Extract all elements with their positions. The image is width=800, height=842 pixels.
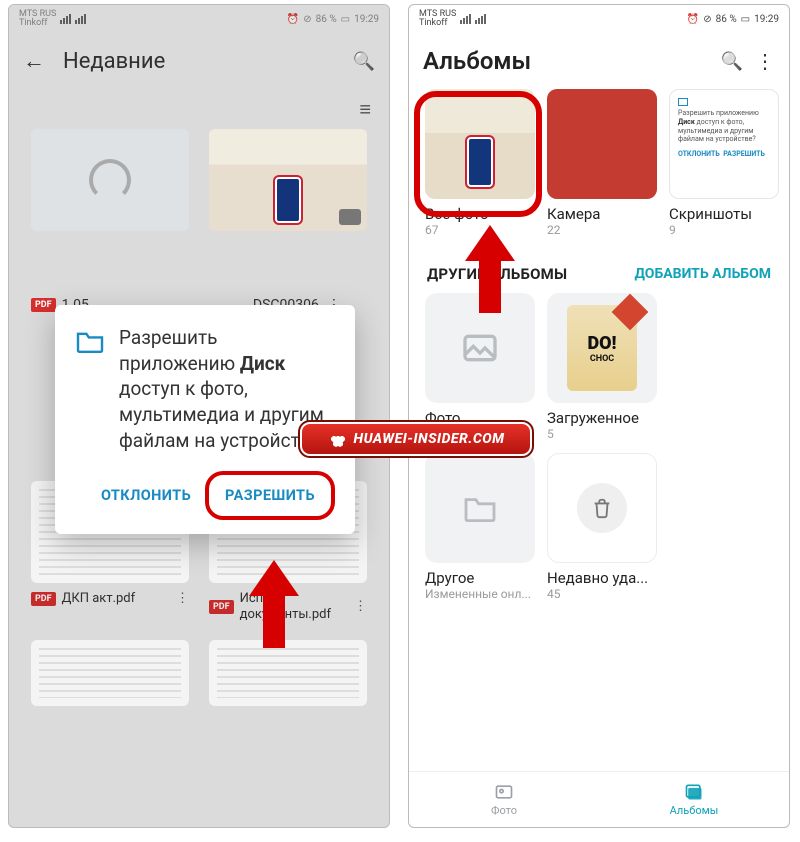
album-name: Скриншоты <box>669 205 779 223</box>
album-thumb: DO!CHOC <box>547 293 657 403</box>
add-album-button[interactable]: ДОБАВИТЬ АЛЬБОМ <box>635 266 771 283</box>
album-sub: Измененные онл... <box>425 587 535 601</box>
albums-icon <box>684 782 704 802</box>
headphones-icon <box>31 129 189 231</box>
album-count: 5 <box>547 427 657 441</box>
album-name: Другое <box>425 569 535 587</box>
tab-photos[interactable]: Фото <box>409 772 599 827</box>
file-audio[interactable] <box>31 129 189 231</box>
phone-left: MTS RUSTinkoff ⏰⊘ 86 % ▭ 19:29 Недавние … <box>8 4 390 828</box>
pdf-thumb[interactable] <box>31 640 189 706</box>
search-icon[interactable] <box>721 51 743 72</box>
album-thumb <box>547 453 657 563</box>
pdf-thumb[interactable] <box>209 640 367 706</box>
folder-icon <box>463 494 497 522</box>
status-bar: MTS RUSTinkoff ⏰⊘ 86 %▭ 19:29 <box>409 5 789 33</box>
header-right: Альбомы <box>409 33 789 89</box>
album-photos[interactable]: Фото 3 <box>425 293 535 441</box>
page-title: Альбомы <box>423 47 709 75</box>
album-name: Все фото <box>425 205 535 223</box>
album-thumb <box>425 453 535 563</box>
album-camera[interactable]: Камера 22 <box>547 89 657 237</box>
huawei-logo-icon <box>328 431 348 447</box>
bottom-nav: Фото Альбомы <box>409 771 789 827</box>
tab-albums[interactable]: Альбомы <box>599 772 789 827</box>
annotation-arrow-icon <box>249 560 299 648</box>
album-name: Недавно уда... <box>547 569 657 587</box>
album-thumb <box>547 89 657 199</box>
highlight-ring: РАЗРЕШИТЬ <box>205 471 335 520</box>
annotation-arrow-icon <box>465 225 515 313</box>
cookies-pack-icon: DO!CHOC <box>567 305 637 391</box>
file-photo[interactable] <box>209 129 367 231</box>
photo-icon <box>494 782 514 802</box>
album-trash[interactable]: Недавно уда... 45 <box>547 453 657 601</box>
tab-label: Фото <box>491 804 517 817</box>
phone-right: MTS RUSTinkoff ⏰⊘ 86 %▭ 19:29 Альбомы Вс… <box>408 4 790 828</box>
album-name: Загруженное <box>547 409 657 427</box>
watermark: HUAWEI-INSIDER.COM <box>300 422 532 456</box>
permission-dialog: Разрешить приложению Диск доступ к фото,… <box>55 305 355 534</box>
image-icon <box>460 328 500 368</box>
album-count: 22 <box>547 223 657 237</box>
album-name: Камера <box>547 205 657 223</box>
watermark-text: HUAWEI-INSIDER.COM <box>354 431 505 447</box>
album-screenshots[interactable]: Разрешить приложению Диск доступ к фото,… <box>669 89 779 237</box>
folder-icon <box>75 329 105 353</box>
folder-icon <box>678 98 688 106</box>
albums-featured: Все фото 67 Камера 22 Разрешить приложен… <box>409 89 789 237</box>
tab-label: Альбомы <box>670 804 719 817</box>
album-other[interactable]: Другое Измененные онл... <box>425 453 535 601</box>
allow-button[interactable]: РАЗРЕШИТЬ <box>215 479 325 512</box>
album-downloads[interactable]: DO!CHOC Загруженное 5 <box>547 293 657 441</box>
search-icon[interactable] <box>353 51 375 72</box>
album-all-photos[interactable]: Все фото 67 <box>425 89 535 237</box>
more-icon[interactable] <box>755 49 775 73</box>
album-count: 45 <box>547 587 657 601</box>
album-thumb: Разрешить приложению Диск доступ к фото,… <box>669 89 779 199</box>
album-count: 9 <box>669 223 779 237</box>
photo-thumb <box>209 129 367 231</box>
trash-icon <box>591 497 613 519</box>
deny-button[interactable]: ОТКЛОНИТЬ <box>91 471 201 520</box>
shared-badge-icon <box>339 209 361 225</box>
album-thumb <box>425 89 535 199</box>
pdf-badge-icon: PDF <box>31 298 56 312</box>
